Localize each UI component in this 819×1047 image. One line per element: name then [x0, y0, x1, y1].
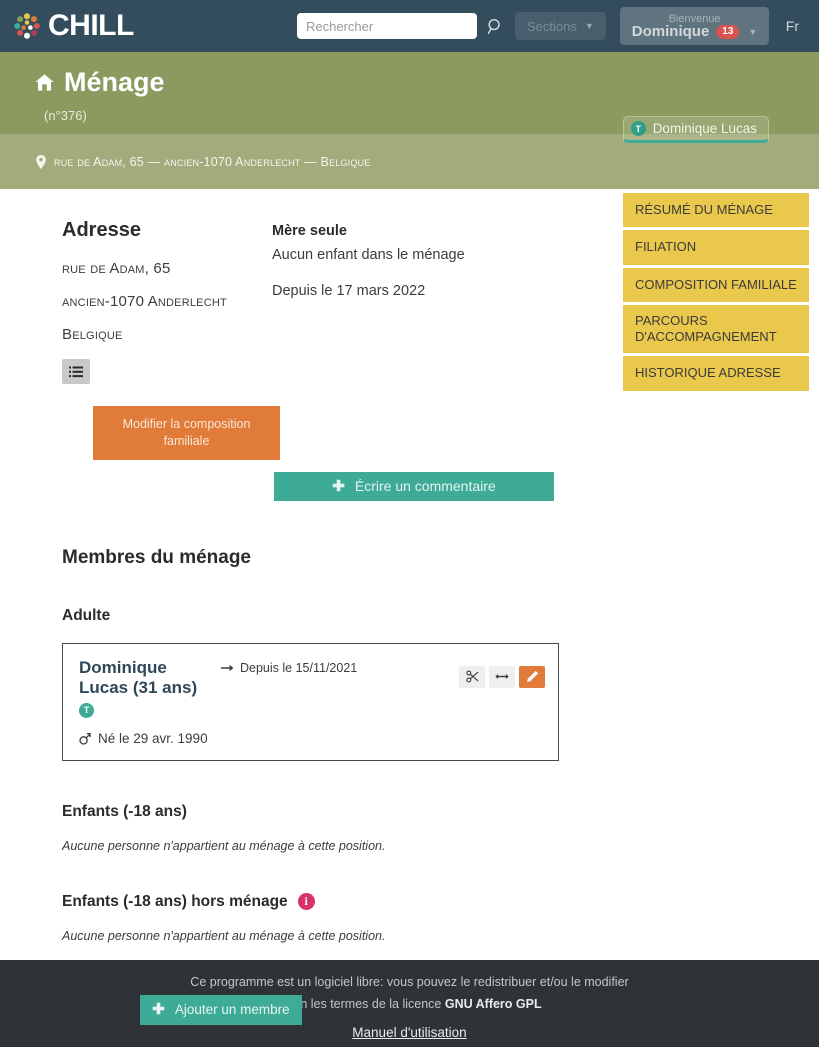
member-age-text: (31 ans) [132, 678, 198, 698]
top-navbar: CHILL Sections ▼ Bienvenue Dominique 13 … [0, 0, 819, 52]
composition-since: Depuis le 17 mars 2022 [272, 283, 426, 299]
summary-grid: Adresse rue de Adam, 65 ancien-1070 Ande… [0, 219, 600, 384]
address-heading: Adresse [62, 219, 141, 241]
scissors-icon [465, 670, 478, 683]
member-card: Dominique Lucas (31 ans) Depuis le 15/11… [62, 642, 559, 761]
plus-icon: ✚ [332, 477, 345, 495]
members-section: Membres du ménage Adulte Dominique Lucas… [0, 547, 600, 1025]
edit-family-composition-button[interactable]: Modifier la composition familiale [93, 406, 280, 460]
user-manual-link[interactable]: Manuel d'utilisation [352, 1025, 466, 1040]
sidebar-item-filiation[interactable]: FILIATION [623, 230, 809, 265]
search-icon [487, 18, 500, 34]
address-line-city: ancien-1070 Anderlecht [62, 293, 227, 310]
sections-dropdown[interactable]: Sections ▼ [515, 12, 606, 40]
sidebar-item-parcours-accompagnement[interactable]: PARCOURS D'ACCOMPAGNEMENT [623, 304, 809, 354]
main-column: Adresse rue de Adam, 65 ancien-1070 Ande… [0, 189, 600, 1025]
children-out-empty-note: Aucune personne n'appartient au ménage à… [62, 928, 386, 943]
member-birth-text: Né le 29 avr. 1990 [98, 730, 208, 746]
adult-heading: Adulte [62, 607, 600, 625]
brand-name: CHILL [48, 9, 134, 42]
arrow-right-icon [221, 664, 234, 671]
address-strip-content: rue de Adam, 65 — ancien-1070 Anderlecht… [36, 154, 371, 169]
page-title-text: Ménage [64, 67, 165, 97]
nav-center-group: Sections ▼ Bienvenue Dominique 13 ▼ [297, 0, 770, 52]
location-pin-icon [36, 154, 46, 169]
adult-heading-text: Adulte [62, 606, 111, 624]
children-heading: Enfants (-18 ans) [62, 803, 600, 821]
address-history-button[interactable] [62, 359, 90, 384]
brand-logo[interactable]: CHILL [12, 11, 134, 41]
chevron-down-icon: ▼ [584, 21, 594, 31]
user-menu-button[interactable]: Bienvenue Dominique 13 ▼ [619, 7, 770, 45]
sidebar-item-historique-adresse[interactable]: HISTORIQUE ADRESSE [623, 356, 809, 391]
list-icon [69, 366, 83, 377]
move-horizontal-icon [495, 674, 509, 680]
user-name-row: Dominique 13 ▼ [631, 23, 758, 40]
children-out-heading: Enfants (-18 ans) hors ménage i [62, 893, 600, 911]
children-out-heading-text: Enfants (-18 ans) hors ménage [62, 892, 288, 910]
section-sidebar: RÉSUMÉ DU MÉNAGE FILIATION COMPOSITION F… [623, 193, 809, 391]
sidebar-item-resume-menage[interactable]: RÉSUMÉ DU MÉNAGE [623, 193, 809, 228]
children-empty-note: Aucune personne n'appartient au ménage à… [62, 838, 386, 853]
sidebar-item-composition-familiale[interactable]: COMPOSITION FAMILIALE [623, 267, 809, 302]
plus-icon: ✚ [152, 1001, 165, 1019]
address-strip-text: rue de Adam, 65 — ancien-1070 Anderlecht… [54, 154, 371, 169]
address-line-country: Belgique [62, 326, 123, 343]
banner-inner: Ménage (n°376) [0, 52, 819, 123]
search-input[interactable] [297, 13, 477, 39]
person-initial-icon: T [630, 121, 646, 136]
notification-badge: 13 [716, 25, 740, 39]
chill-logo-icon [14, 13, 40, 39]
member-card-actions [459, 665, 545, 688]
chevron-down-icon: ▼ [748, 27, 758, 37]
page-root: CHILL Sections ▼ Bienvenue Dominique 13 … [0, 0, 819, 1047]
language-switch-link[interactable]: Fr [786, 18, 799, 34]
search-button[interactable] [477, 13, 513, 39]
add-member-wrap: ✚ Ajouter un membre [62, 994, 600, 1025]
write-comment-button[interactable]: ✚ Écrire un commentaire [274, 471, 554, 501]
composition-title: Mère seule [272, 223, 347, 239]
member-birth: Né le 29 avr. 1990 [79, 731, 544, 746]
member-name[interactable]: Dominique Lucas (31 ans) [79, 658, 209, 699]
add-member-label: Ajouter un membre [174, 1002, 290, 1018]
children-heading-text: Enfants (-18 ans) [62, 802, 187, 820]
user-name-label: Dominique [631, 23, 710, 40]
comment-button-wrap: ✚ Écrire un commentaire [0, 471, 600, 501]
home-icon [35, 74, 54, 91]
address-line-street: rue de Adam, 65 [62, 260, 171, 277]
composition-children-note: Aucun enfant dans le ménage [272, 247, 465, 263]
page-title: Ménage [34, 68, 819, 96]
move-member-button[interactable] [489, 665, 515, 688]
sections-label: Sections [527, 18, 577, 34]
member-type-badge: T [79, 702, 94, 718]
person-chip-dominique-lucas[interactable]: T Dominique Lucas [622, 116, 769, 143]
composition-block: Mère seule Aucun enfant dans le ménage D… [272, 219, 562, 384]
members-heading: Membres du ménage [62, 546, 251, 568]
member-since-text: Depuis le 15/11/2021 [240, 660, 358, 675]
male-gender-icon [79, 732, 91, 745]
page-banner: Ménage (n°376) T Dominique Lucas [0, 52, 819, 143]
main-content: RÉSUMÉ DU MÉNAGE FILIATION COMPOSITION F… [0, 189, 819, 1025]
write-comment-label: Écrire un commentaire [354, 478, 496, 495]
pencil-icon [526, 671, 538, 683]
address-block: Adresse rue de Adam, 65 ancien-1070 Ande… [62, 219, 272, 384]
cut-member-button[interactable] [459, 665, 485, 688]
add-member-button[interactable]: ✚ Ajouter un membre [140, 994, 302, 1025]
edit-member-button[interactable] [519, 665, 545, 688]
member-since: Depuis le 15/11/2021 [221, 661, 357, 675]
person-chip-label: Dominique Lucas [652, 121, 757, 136]
info-icon[interactable]: i [297, 893, 315, 911]
